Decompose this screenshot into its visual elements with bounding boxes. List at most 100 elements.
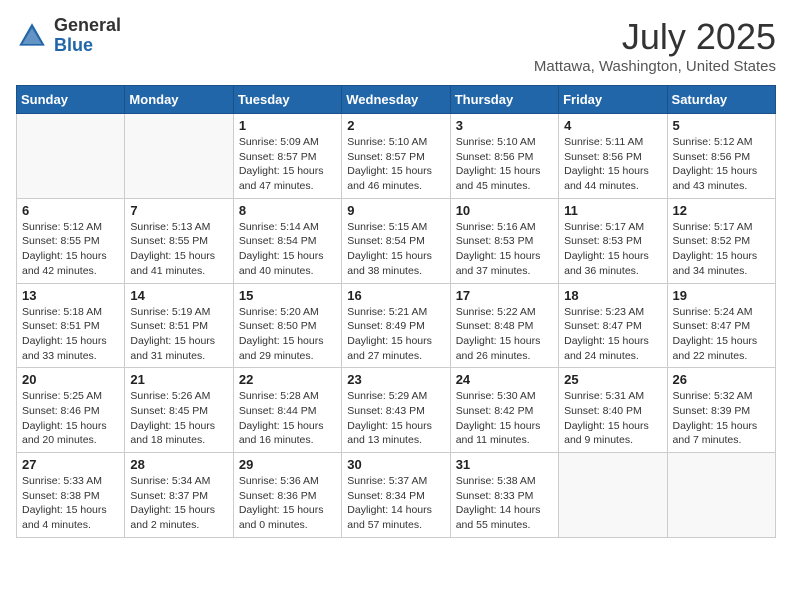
calendar-cell: 11 Sunrise: 5:17 AMSunset: 8:53 PMDaylig…: [559, 198, 667, 283]
calendar-cell: 23 Sunrise: 5:29 AMSunset: 8:43 PMDaylig…: [342, 368, 450, 453]
calendar-cell: 4 Sunrise: 5:11 AMSunset: 8:56 PMDayligh…: [559, 114, 667, 199]
title-block: July 2025 Mattawa, Washington, United St…: [534, 16, 776, 75]
day-info: Sunrise: 5:25 AMSunset: 8:46 PMDaylight:…: [22, 389, 119, 448]
header-tuesday: Tuesday: [233, 86, 341, 114]
calendar-cell: 7 Sunrise: 5:13 AMSunset: 8:55 PMDayligh…: [125, 198, 233, 283]
day-number: 23: [347, 372, 444, 387]
day-number: 20: [22, 372, 119, 387]
day-number: 2: [347, 118, 444, 133]
day-number: 8: [239, 203, 336, 218]
calendar-cell: [559, 453, 667, 538]
day-info: Sunrise: 5:13 AMSunset: 8:55 PMDaylight:…: [130, 220, 227, 279]
day-info: Sunrise: 5:18 AMSunset: 8:51 PMDaylight:…: [22, 305, 119, 364]
day-number: 31: [456, 457, 553, 472]
calendar-cell: [667, 453, 775, 538]
day-info: Sunrise: 5:15 AMSunset: 8:54 PMDaylight:…: [347, 220, 444, 279]
calendar-cell: 3 Sunrise: 5:10 AMSunset: 8:56 PMDayligh…: [450, 114, 558, 199]
day-number: 9: [347, 203, 444, 218]
day-number: 11: [564, 203, 661, 218]
calendar-cell: 5 Sunrise: 5:12 AMSunset: 8:56 PMDayligh…: [667, 114, 775, 199]
header-friday: Friday: [559, 86, 667, 114]
day-info: Sunrise: 5:17 AMSunset: 8:52 PMDaylight:…: [673, 220, 770, 279]
calendar-cell: 27 Sunrise: 5:33 AMSunset: 8:38 PMDaylig…: [17, 453, 125, 538]
day-number: 7: [130, 203, 227, 218]
header-sunday: Sunday: [17, 86, 125, 114]
calendar-cell: 8 Sunrise: 5:14 AMSunset: 8:54 PMDayligh…: [233, 198, 341, 283]
calendar-cell: [17, 114, 125, 199]
day-info: Sunrise: 5:26 AMSunset: 8:45 PMDaylight:…: [130, 389, 227, 448]
calendar-cell: 16 Sunrise: 5:21 AMSunset: 8:49 PMDaylig…: [342, 283, 450, 368]
day-number: 27: [22, 457, 119, 472]
day-number: 10: [456, 203, 553, 218]
day-number: 21: [130, 372, 227, 387]
calendar-cell: 30 Sunrise: 5:37 AMSunset: 8:34 PMDaylig…: [342, 453, 450, 538]
day-number: 15: [239, 288, 336, 303]
calendar-cell: 26 Sunrise: 5:32 AMSunset: 8:39 PMDaylig…: [667, 368, 775, 453]
weekday-header-row: Sunday Monday Tuesday Wednesday Thursday…: [17, 86, 776, 114]
day-info: Sunrise: 5:37 AMSunset: 8:34 PMDaylight:…: [347, 474, 444, 533]
calendar-cell: 10 Sunrise: 5:16 AMSunset: 8:53 PMDaylig…: [450, 198, 558, 283]
week-row-3: 13 Sunrise: 5:18 AMSunset: 8:51 PMDaylig…: [17, 283, 776, 368]
day-info: Sunrise: 5:16 AMSunset: 8:53 PMDaylight:…: [456, 220, 553, 279]
day-number: 28: [130, 457, 227, 472]
calendar-cell: 22 Sunrise: 5:28 AMSunset: 8:44 PMDaylig…: [233, 368, 341, 453]
day-number: 12: [673, 203, 770, 218]
calendar-cell: 25 Sunrise: 5:31 AMSunset: 8:40 PMDaylig…: [559, 368, 667, 453]
day-info: Sunrise: 5:11 AMSunset: 8:56 PMDaylight:…: [564, 135, 661, 194]
day-info: Sunrise: 5:09 AMSunset: 8:57 PMDaylight:…: [239, 135, 336, 194]
calendar-cell: 19 Sunrise: 5:24 AMSunset: 8:47 PMDaylig…: [667, 283, 775, 368]
day-info: Sunrise: 5:14 AMSunset: 8:54 PMDaylight:…: [239, 220, 336, 279]
day-number: 17: [456, 288, 553, 303]
logo-text: General Blue: [54, 16, 121, 56]
calendar-cell: 12 Sunrise: 5:17 AMSunset: 8:52 PMDaylig…: [667, 198, 775, 283]
day-number: 30: [347, 457, 444, 472]
day-number: 6: [22, 203, 119, 218]
day-number: 26: [673, 372, 770, 387]
day-info: Sunrise: 5:12 AMSunset: 8:56 PMDaylight:…: [673, 135, 770, 194]
calendar-cell: 17 Sunrise: 5:22 AMSunset: 8:48 PMDaylig…: [450, 283, 558, 368]
day-number: 16: [347, 288, 444, 303]
day-info: Sunrise: 5:21 AMSunset: 8:49 PMDaylight:…: [347, 305, 444, 364]
day-info: Sunrise: 5:10 AMSunset: 8:56 PMDaylight:…: [456, 135, 553, 194]
day-info: Sunrise: 5:10 AMSunset: 8:57 PMDaylight:…: [347, 135, 444, 194]
day-info: Sunrise: 5:12 AMSunset: 8:55 PMDaylight:…: [22, 220, 119, 279]
calendar-cell: 29 Sunrise: 5:36 AMSunset: 8:36 PMDaylig…: [233, 453, 341, 538]
day-info: Sunrise: 5:28 AMSunset: 8:44 PMDaylight:…: [239, 389, 336, 448]
calendar-cell: 13 Sunrise: 5:18 AMSunset: 8:51 PMDaylig…: [17, 283, 125, 368]
day-info: Sunrise: 5:20 AMSunset: 8:50 PMDaylight:…: [239, 305, 336, 364]
day-number: 25: [564, 372, 661, 387]
logo: General Blue: [16, 16, 121, 56]
header-wednesday: Wednesday: [342, 86, 450, 114]
day-number: 19: [673, 288, 770, 303]
day-info: Sunrise: 5:32 AMSunset: 8:39 PMDaylight:…: [673, 389, 770, 448]
logo-general-text: General: [54, 16, 121, 36]
calendar-cell: 9 Sunrise: 5:15 AMSunset: 8:54 PMDayligh…: [342, 198, 450, 283]
day-number: 22: [239, 372, 336, 387]
calendar-table: Sunday Monday Tuesday Wednesday Thursday…: [16, 85, 776, 538]
day-number: 4: [564, 118, 661, 133]
day-number: 14: [130, 288, 227, 303]
header-monday: Monday: [125, 86, 233, 114]
calendar-cell: 20 Sunrise: 5:25 AMSunset: 8:46 PMDaylig…: [17, 368, 125, 453]
header-thursday: Thursday: [450, 86, 558, 114]
page-header: General Blue July 2025 Mattawa, Washingt…: [16, 16, 776, 75]
day-info: Sunrise: 5:22 AMSunset: 8:48 PMDaylight:…: [456, 305, 553, 364]
calendar-cell: 6 Sunrise: 5:12 AMSunset: 8:55 PMDayligh…: [17, 198, 125, 283]
calendar-cell: 2 Sunrise: 5:10 AMSunset: 8:57 PMDayligh…: [342, 114, 450, 199]
month-title: July 2025: [534, 16, 776, 58]
calendar-cell: 18 Sunrise: 5:23 AMSunset: 8:47 PMDaylig…: [559, 283, 667, 368]
calendar-cell: 1 Sunrise: 5:09 AMSunset: 8:57 PMDayligh…: [233, 114, 341, 199]
day-info: Sunrise: 5:17 AMSunset: 8:53 PMDaylight:…: [564, 220, 661, 279]
calendar-cell: [125, 114, 233, 199]
day-number: 3: [456, 118, 553, 133]
day-number: 24: [456, 372, 553, 387]
calendar-cell: 15 Sunrise: 5:20 AMSunset: 8:50 PMDaylig…: [233, 283, 341, 368]
day-info: Sunrise: 5:36 AMSunset: 8:36 PMDaylight:…: [239, 474, 336, 533]
day-info: Sunrise: 5:30 AMSunset: 8:42 PMDaylight:…: [456, 389, 553, 448]
day-info: Sunrise: 5:23 AMSunset: 8:47 PMDaylight:…: [564, 305, 661, 364]
day-info: Sunrise: 5:33 AMSunset: 8:38 PMDaylight:…: [22, 474, 119, 533]
day-number: 29: [239, 457, 336, 472]
day-number: 1: [239, 118, 336, 133]
logo-blue-text: Blue: [54, 36, 121, 56]
day-info: Sunrise: 5:31 AMSunset: 8:40 PMDaylight:…: [564, 389, 661, 448]
